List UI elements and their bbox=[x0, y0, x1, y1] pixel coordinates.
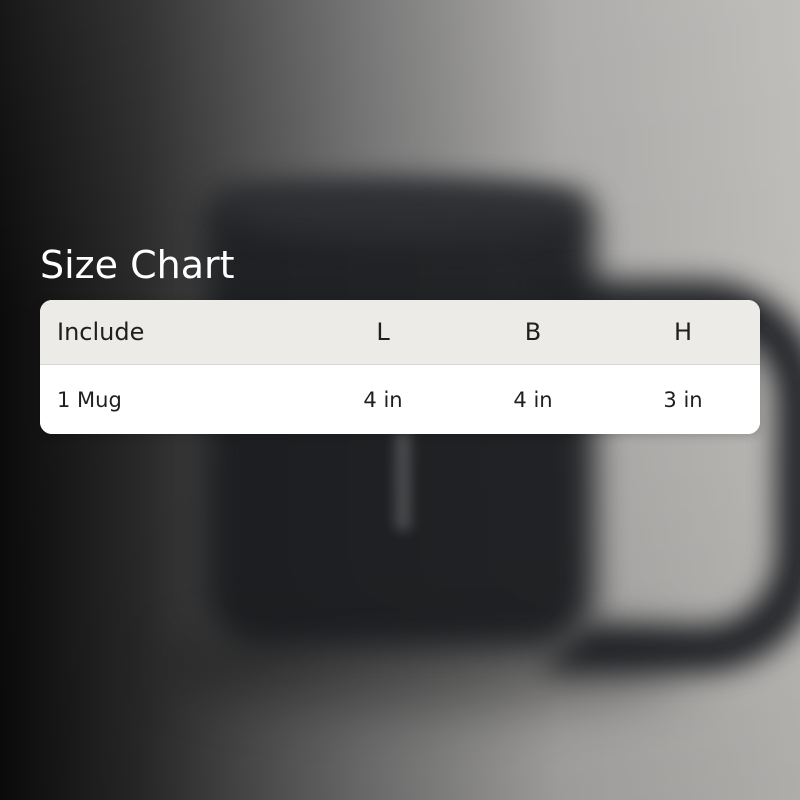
size-chart-title: Size Chart bbox=[40, 243, 235, 287]
table-header-row: Include L B H bbox=[40, 300, 760, 365]
size-table: Include L B H 1 Mug 4 in 4 in 3 in bbox=[40, 300, 760, 434]
header-height: H bbox=[673, 318, 693, 346]
header-breadth: B bbox=[524, 318, 542, 346]
header-include: Include bbox=[57, 318, 145, 346]
cell-breadth: 4 in bbox=[513, 387, 553, 412]
cell-length: 4 in bbox=[363, 387, 403, 412]
table-row: 1 Mug 4 in 4 in 3 in bbox=[40, 365, 760, 434]
cell-height: 3 in bbox=[663, 387, 703, 412]
header-length: L bbox=[376, 318, 390, 346]
cell-include: 1 Mug bbox=[57, 387, 122, 412]
